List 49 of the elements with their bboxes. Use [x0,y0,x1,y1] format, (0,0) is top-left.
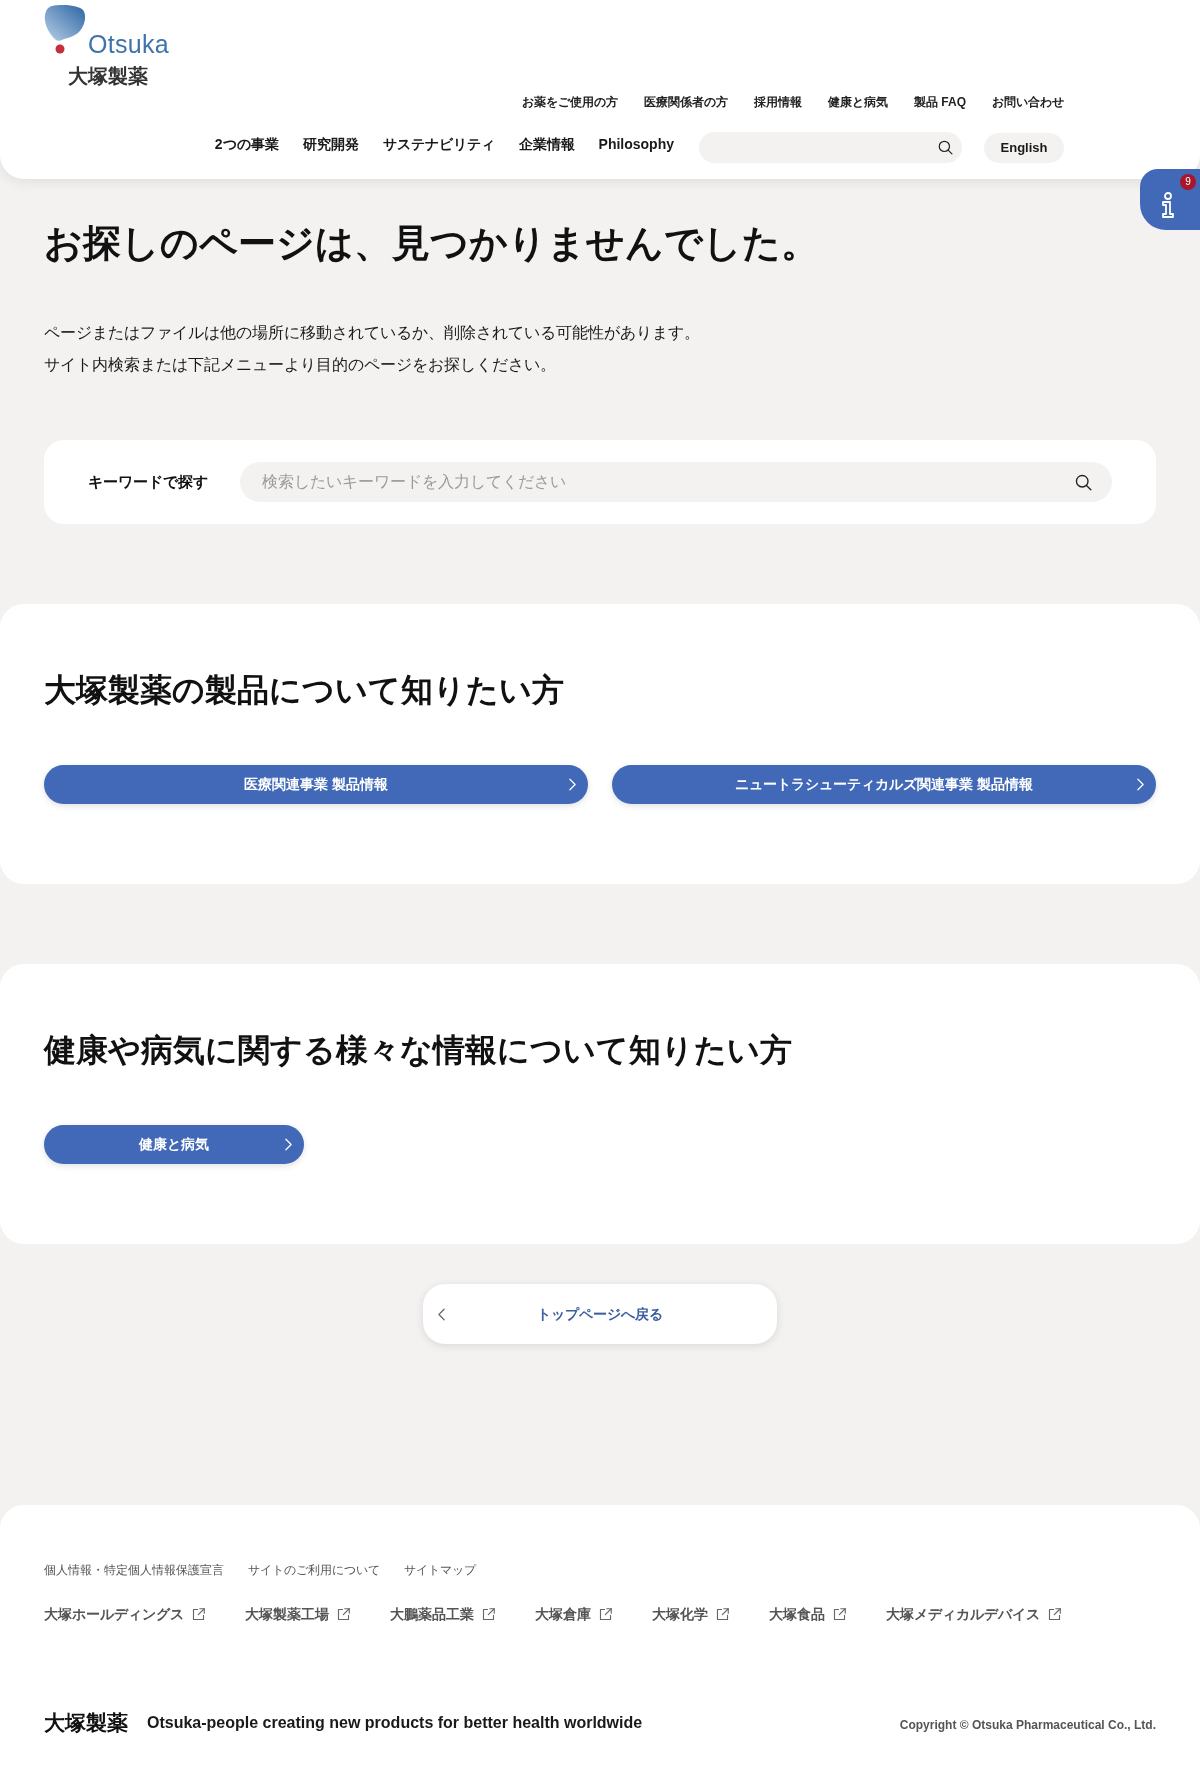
chevron-right-icon [285,1138,292,1151]
section-heading: 健康や病気に関する様々な情報について知りたい方 [44,1031,793,1070]
category-button[interactable]: ニュートラシューティカルズ関連事業 製品情報 [612,765,1156,804]
main-nav-link[interactable]: 企業情報 [518,133,575,154]
group-company-link[interactable]: 大鵬薬品工業 [390,1604,495,1624]
group-company-link[interactable]: 大塚ホールディングス [44,1604,205,1624]
page-heading: お探しのページは、見つかりませんでした。 [44,221,820,266]
section-heading: 大塚製薬の製品について知りたい方 [44,671,565,710]
chevron-right-icon [569,778,576,791]
notification-badge: 9 [1180,174,1196,190]
utility-nav-link[interactable]: お問い合わせ [992,93,1064,111]
category-button[interactable]: 医療関連事業 製品情報 [44,765,588,804]
search-field[interactable] [699,132,962,163]
utility-nav-link[interactable]: お薬をご使用の方 [522,93,618,111]
logo-mark-icon[interactable] [44,5,86,54]
keyword-search-label: キーワードで探す [88,471,209,492]
logo-wordmark[interactable]: Otsuka [88,30,169,58]
copyright-text: Copyright © Otsuka Pharmaceutical Co., Ltd. [899,1717,1156,1734]
message-text: ページまたはファイルは他の場所に移動されているか、削除されている可能性があります。 [44,323,701,343]
utility-nav-link[interactable]: 採用情報 [754,93,802,111]
search-icon[interactable] [1075,474,1092,491]
category-button[interactable]: 健康と病気 [44,1125,304,1164]
main-nav-link[interactable]: 研究開発 [302,133,359,154]
info-button[interactable]: 9 [1140,169,1200,230]
footer-tagline: Otsuka-people creating new products for better health worldwide [147,1713,643,1733]
group-company-link[interactable]: 大塚製薬工場 [245,1604,350,1624]
footer-policy-link[interactable]: 個人情報・特定個人情報保護宣言 [44,1561,224,1579]
info-icon [1160,191,1176,218]
utility-nav-link[interactable]: 健康と病気 [828,93,888,111]
group-company-link[interactable]: 大塚メディカルデバイス [886,1604,1061,1624]
group-company-link[interactable]: 大塚食品 [769,1604,846,1624]
footer-logo-text: 大塚製薬 [44,1711,128,1735]
chevron-right-icon [1137,778,1144,791]
footer-policy-link[interactable]: サイトのご利用について [248,1561,380,1579]
keyword-search-field[interactable]: 検索したいキーワードを入力してください [240,462,1112,502]
logo-company-name[interactable]: 大塚製薬 [68,65,184,87]
utility-nav-link[interactable]: 製品 FAQ [914,93,966,111]
main-nav-link[interactable]: Philosophy [598,133,674,154]
utility-nav-link[interactable]: 医療関係者の方 [644,93,728,111]
search-icon[interactable] [938,140,953,155]
message-text: サイト内検索または下記メニューより目的のページをお探しください。 [44,355,557,375]
footer-policy-link[interactable]: サイトマップ [404,1561,476,1579]
main-nav-link[interactable]: サステナビリティ [382,133,495,154]
back-to-top-button[interactable]: トップページへ戻る [423,1284,777,1344]
main-nav-link[interactable]: 2つの事業 [214,133,279,154]
language-button[interactable]: English [984,132,1064,163]
chevron-left-icon [438,1307,445,1321]
group-company-link[interactable]: 大塚化学 [652,1604,729,1624]
group-company-link[interactable]: 大塚倉庫 [535,1604,612,1624]
